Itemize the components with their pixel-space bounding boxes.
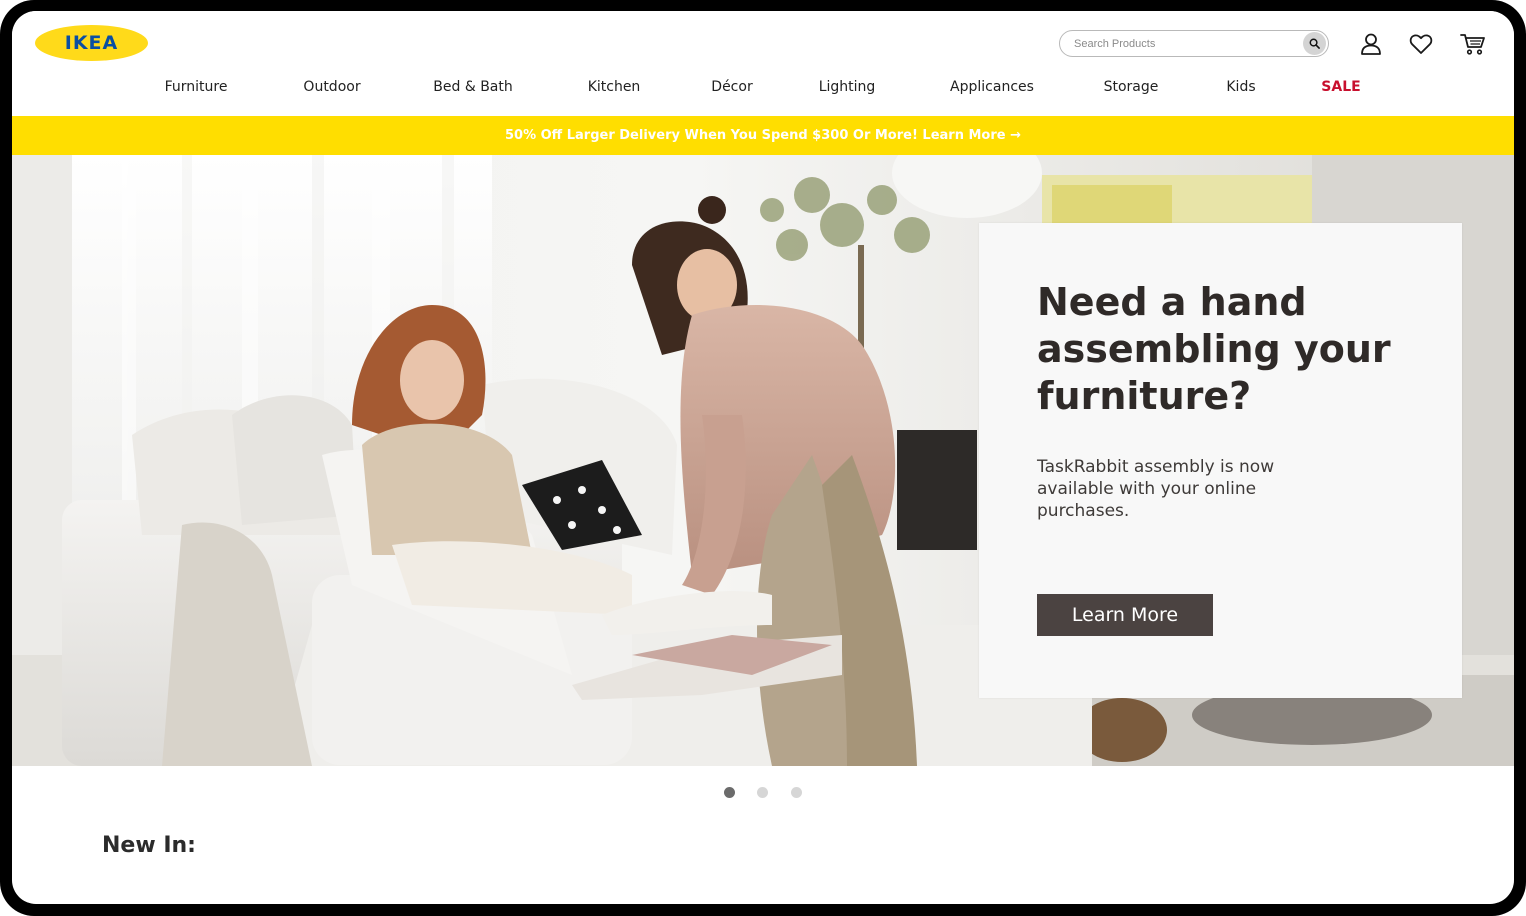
wishlist-button[interactable] [1408, 31, 1434, 57]
browser-viewport: IKEA Search Products Furniture Outdoor B… [12, 11, 1514, 904]
carousel-dot-3[interactable] [791, 787, 802, 798]
nav-lighting[interactable]: Lighting [819, 79, 876, 95]
carousel-dot-2[interactable] [757, 787, 768, 798]
hero-headline: Need a hand assembling your furniture? [1037, 280, 1391, 418]
promo-text: 50% Off Larger Delivery When You Spend $… [504, 128, 1022, 143]
search-bar [1059, 30, 1329, 57]
main-nav: Furniture Outdoor Bed & Bath Kitchen Déc… [12, 79, 1514, 101]
search-icon [1309, 38, 1320, 49]
search-input[interactable] [1074, 35, 1294, 53]
hero-body-text: TaskRabbit assembly is now available wit… [1037, 457, 1275, 521]
nav-kitchen[interactable]: Kitchen [588, 79, 641, 95]
nav-appliances[interactable]: Applicances [950, 79, 1034, 95]
cart-button[interactable] [1460, 31, 1486, 57]
new-in-heading: New In: [102, 833, 196, 858]
nav-sale[interactable]: SALE [1321, 79, 1360, 95]
nav-outdoor[interactable]: Outdoor [303, 79, 360, 95]
learn-more-button[interactable]: Learn More [1037, 594, 1213, 636]
heart-icon [1409, 34, 1433, 54]
carousel-dot-1[interactable] [724, 787, 735, 798]
nav-bed-bath[interactable]: Bed & Bath [433, 79, 512, 95]
nav-decor[interactable]: Décor [711, 79, 752, 95]
logo-text: IKEA [64, 32, 119, 54]
account-button[interactable] [1358, 31, 1384, 57]
search-button[interactable] [1303, 32, 1326, 55]
nav-kids[interactable]: Kids [1226, 79, 1255, 95]
account-icon [1361, 33, 1381, 55]
promo-banner[interactable]: 50% Off Larger Delivery When You Spend $… [12, 116, 1514, 155]
carousel-pagination [12, 787, 1514, 799]
cart-icon [1460, 34, 1485, 55]
assembly-promo-card: Need a hand assembling your furniture? T… [979, 223, 1462, 698]
site-header: IKEA Search Products Furniture Outdoor B… [12, 11, 1514, 116]
device-frame: IKEA Search Products Furniture Outdoor B… [0, 0, 1526, 916]
hero-banner: Need a hand assembling your furniture? T… [12, 155, 1514, 766]
nav-furniture[interactable]: Furniture [165, 79, 228, 95]
ikea-logo[interactable]: IKEA [35, 25, 148, 61]
nav-storage[interactable]: Storage [1104, 79, 1159, 95]
